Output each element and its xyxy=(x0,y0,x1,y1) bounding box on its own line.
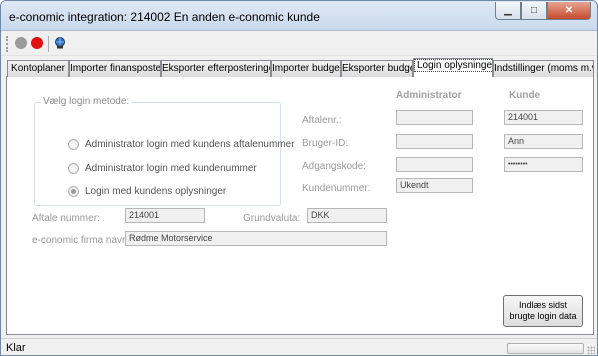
resize-grip-icon[interactable] xyxy=(587,346,595,354)
radio-admin-customer-number-label[interactable]: Administrator login med kundenummer xyxy=(85,163,257,174)
load-last-login-button[interactable]: Indlæs sidst brugte login data xyxy=(503,295,583,327)
load-button-line2: brugte login data xyxy=(509,311,577,321)
agreement-number-label: Aftalenr.: xyxy=(302,115,342,126)
radio-customer-login-label[interactable]: Login med kundens oplysninger xyxy=(85,186,226,197)
user-id-label: Bruger-ID: xyxy=(302,138,349,149)
close-button[interactable]: ✕ xyxy=(547,2,591,20)
tab-importer-finansposter[interactable]: Importer finansposter xyxy=(69,60,161,77)
app-window: e-conomic integration: 214002 En anden e… xyxy=(0,0,598,356)
customer-password-field[interactable]: •••••••• xyxy=(504,157,583,172)
agreement-field: 214001 xyxy=(125,208,205,223)
red-circle-icon[interactable] xyxy=(31,37,43,49)
login-method-legend: Vælg login metode: xyxy=(41,96,132,107)
administrator-header: Administrator xyxy=(396,90,462,101)
window-title: e-conomic integration: 214002 En anden e… xyxy=(9,10,320,24)
customer-header: Kunde xyxy=(509,90,541,101)
tab-login-oplysninger-label: Login oplysninger xyxy=(414,59,492,72)
currency-field: DKK xyxy=(307,208,387,223)
company-name-field: Rødme Motorservice xyxy=(125,231,387,246)
tab-kontoplaner[interactable]: Kontoplaner xyxy=(7,60,69,77)
status-bar: Klar xyxy=(1,338,597,355)
tab-indstillinger[interactable]: Indstillinger (moms m.v.) xyxy=(493,60,594,77)
password-label: Adgangskode: xyxy=(302,161,366,172)
company-name-label: e-conomic firma navn: xyxy=(32,235,131,246)
globe-user-icon-graphic xyxy=(55,37,65,49)
window-controls: ▁ □ ✕ xyxy=(495,2,591,20)
tab-eksporter-budget[interactable]: Eksporter budget xyxy=(341,60,413,77)
minimize-button[interactable]: ▁ xyxy=(495,2,521,20)
tab-login-oplysninger[interactable]: Login oplysninger xyxy=(413,58,493,78)
admin-agreement-field[interactable] xyxy=(396,110,473,125)
admin-password-field[interactable] xyxy=(396,157,473,172)
login-panel: Vælg login metode: Administrator login m… xyxy=(6,77,594,335)
radio-admin-agreement[interactable] xyxy=(68,139,79,150)
status-progress-bar xyxy=(507,343,584,354)
load-button-line1: Indlæs sidst xyxy=(518,300,568,310)
toolbar-separator xyxy=(48,36,49,52)
login-method-group: Vælg login metode: Administrator login m… xyxy=(34,96,295,206)
toolbar xyxy=(1,32,597,56)
customer-agreement-field[interactable]: 214001 xyxy=(504,110,583,125)
tab-importer-budget[interactable]: Importer budget xyxy=(271,60,341,77)
globe-user-icon[interactable] xyxy=(54,37,66,49)
customer-number-label: Kundenummer: xyxy=(302,183,371,194)
title-bar[interactable]: e-conomic integration: 214002 En anden e… xyxy=(1,1,597,31)
radio-admin-customer-number[interactable] xyxy=(68,163,79,174)
tab-strip: Kontoplaner Importer finansposter Ekspor… xyxy=(6,58,594,78)
toolbar-grip-icon[interactable] xyxy=(6,36,9,52)
radio-admin-agreement-label[interactable]: Administrator login med kundens aftalenu… xyxy=(85,139,295,150)
customer-user-id-field[interactable]: Ann xyxy=(504,134,583,149)
admin-user-id-field[interactable] xyxy=(396,134,473,149)
grey-circle-icon[interactable] xyxy=(15,37,27,49)
maximize-button[interactable]: □ xyxy=(521,2,547,20)
customer-number-field: Ukendt xyxy=(396,178,473,193)
tab-eksporter-efterposteringer[interactable]: Eksporter efterposteringer xyxy=(161,60,271,77)
agreement-label: Aftale nummer: xyxy=(32,213,100,224)
status-text: Klar xyxy=(6,342,26,354)
radio-customer-login[interactable] xyxy=(68,186,79,197)
currency-label: Grundvaluta: xyxy=(243,213,301,224)
